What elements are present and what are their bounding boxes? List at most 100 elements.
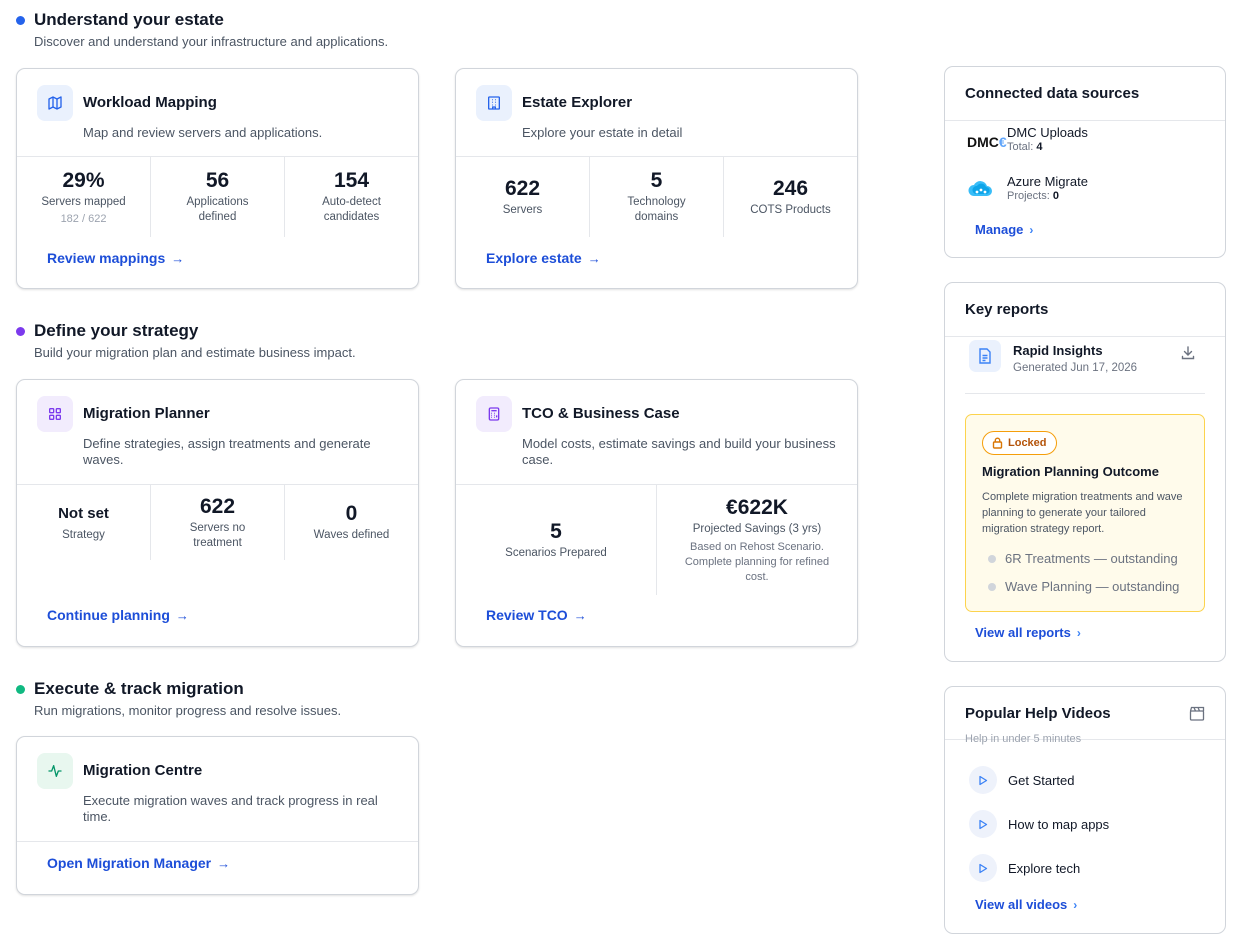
migration-planner-card: Migration Planner Define strategies, ass… [16, 379, 419, 647]
help-videos-panel: Popular Help Videos Help in under 5 minu… [944, 686, 1226, 934]
lock-icon [992, 437, 1003, 449]
video-how-to-map-apps[interactable]: How to map apps [969, 810, 1109, 838]
building-icon [476, 85, 512, 121]
chevron-right-icon: › [1029, 222, 1034, 237]
play-icon [969, 854, 997, 882]
stat-note: Based on Rehost Scenario. Complete plann… [684, 540, 830, 583]
tco-business-case-card: TCO & Business Case Model costs, estimat… [455, 379, 858, 647]
download-icon[interactable] [1181, 346, 1195, 365]
card-description: Map and review servers and applications. [83, 125, 323, 140]
source-meta: Projects: 0 [1007, 190, 1059, 202]
stat-value: Not set [58, 505, 109, 522]
video-title: Explore tech [1008, 860, 1081, 876]
stat-label: Applications defined [186, 196, 249, 223]
stat-strategy: Not set Strategy [17, 485, 151, 560]
status-dot [988, 582, 996, 591]
link-label: Explore estate [486, 250, 582, 266]
card-title: Migration Centre [83, 762, 203, 779]
section-understand: Understand your estate Discover and unde… [16, 9, 388, 49]
stat-label: Strategy [62, 529, 105, 541]
arrow-right-icon: → [171, 250, 185, 266]
stat-value: 5 [550, 519, 562, 543]
outstanding-item: 6R Treatments — outstanding [988, 551, 1178, 566]
stats-row: 622 Servers 5 Technology domains 246 COT… [456, 157, 857, 237]
arrow-right-icon: → [175, 607, 189, 623]
link-label: Review TCO [486, 607, 568, 623]
stat-subvalue: 182 / 622 [60, 213, 107, 225]
locked-report-title: Migration Planning Outcome [982, 464, 1159, 479]
map-icon [37, 85, 73, 121]
video-get-started[interactable]: Get Started [969, 766, 1074, 794]
locked-report-card: Locked Migration Planning Outcome Comple… [965, 414, 1205, 612]
status-dot [988, 554, 996, 563]
key-reports-panel: Key reports Rapid Insights Generated Jun… [944, 282, 1226, 662]
stat-applications-defined: 56 Applications defined [151, 157, 285, 237]
section-subtitle: Run migrations, monitor progress and res… [34, 703, 342, 718]
source-meta: Total: 4 [1007, 141, 1043, 153]
continue-planning-link[interactable]: Continue planning → [47, 607, 189, 623]
stat-label: Technology domains [627, 196, 686, 223]
arrow-right-icon: → [217, 855, 231, 871]
panel-title: Connected data sources [965, 85, 1140, 102]
stat-servers-no-treatment: 622 Servers no treatment [151, 485, 285, 560]
video-explore-tech[interactable]: Explore tech [969, 854, 1080, 882]
explore-estate-link[interactable]: Explore estate → [486, 250, 601, 266]
report-name: Rapid Insights [1013, 343, 1103, 358]
open-migration-manager-link[interactable]: Open Migration Manager → [47, 855, 230, 871]
arrow-right-icon: → [573, 607, 587, 623]
stat-label: Auto-detect candidates [322, 196, 381, 223]
card-description: Define strategies, assign treatments and… [83, 436, 371, 467]
stat-value: 622 [504, 176, 541, 200]
review-tco-link[interactable]: Review TCO → [486, 607, 587, 623]
card-description: Explore your estate in detail [522, 125, 683, 140]
view-all-reports-link[interactable]: View all reports › [975, 625, 1081, 640]
stat-value: 29% [62, 169, 105, 192]
stat-servers-mapped: 29% Servers mapped 182 / 622 [17, 157, 151, 237]
stat-cots-products: 246 COTS Products [724, 157, 857, 237]
locked-badge: Locked [982, 431, 1057, 455]
divider [945, 336, 1225, 337]
view-all-videos-link[interactable]: View all videos › [975, 897, 1077, 912]
chevron-right-icon: › [1073, 897, 1078, 912]
section-dot [16, 684, 25, 694]
migration-centre-card: Migration Centre Execute migration waves… [16, 736, 419, 895]
card-title: TCO & Business Case [522, 405, 680, 422]
section-dot [16, 15, 25, 25]
card-title: Workload Mapping [83, 94, 217, 111]
link-label: Review mappings [47, 250, 166, 266]
dmc-logo-icon: DMC € [967, 134, 1007, 150]
arrow-right-icon: → [587, 250, 601, 266]
stat-label: Servers [502, 203, 543, 216]
stat-waves-defined: 0 Waves defined [285, 485, 418, 560]
link-label: Manage [975, 222, 1024, 237]
clapperboard-icon [1189, 706, 1205, 726]
stat-label: Projected Savings (3 yrs) [692, 522, 822, 535]
review-mappings-link[interactable]: Review mappings → [47, 250, 184, 266]
source-name: Azure Migrate [1007, 174, 1088, 189]
section-dot [16, 326, 25, 336]
source-dmc-uploads[interactable]: DMC € DMC Uploads Total: 4 [967, 125, 1088, 153]
divider [965, 393, 1205, 394]
stat-auto-detect: 154 Auto-detect candidates [285, 157, 418, 237]
azure-cloud-icon [967, 178, 997, 200]
outstanding-item: Wave Planning — outstanding [988, 579, 1179, 594]
section-execute: Execute & track migration Run migrations… [16, 678, 341, 718]
report-rapid-insights[interactable]: Rapid Insights Generated Jun 17, 2026 [969, 340, 1205, 380]
stats-row: 29% Servers mapped 182 / 622 56 Applicat… [17, 157, 418, 237]
manage-link[interactable]: Manage › [975, 222, 1033, 237]
stat-value: 246 [772, 176, 809, 200]
link-label: Open Migration Manager [47, 855, 212, 871]
document-icon [969, 340, 1001, 372]
locked-report-description: Complete migration treatments and wave p… [982, 491, 1183, 535]
stat-label: Waves defined [313, 529, 390, 541]
stat-value: 0 [345, 502, 358, 525]
card-description: Execute migration waves and track progre… [83, 793, 378, 824]
section-define: Define your strategy Build your migratio… [16, 320, 356, 360]
section-title: Execute & track migration [34, 679, 244, 698]
stat-value: €622K [726, 495, 788, 519]
section-subtitle: Discover and understand your infrastruct… [34, 34, 389, 49]
link-label: View all reports [975, 625, 1071, 640]
source-azure-migrate[interactable]: Azure Migrate Projects: 0 [967, 174, 1088, 202]
calculator-icon [476, 396, 512, 432]
stat-label: Servers no treatment [189, 521, 246, 549]
